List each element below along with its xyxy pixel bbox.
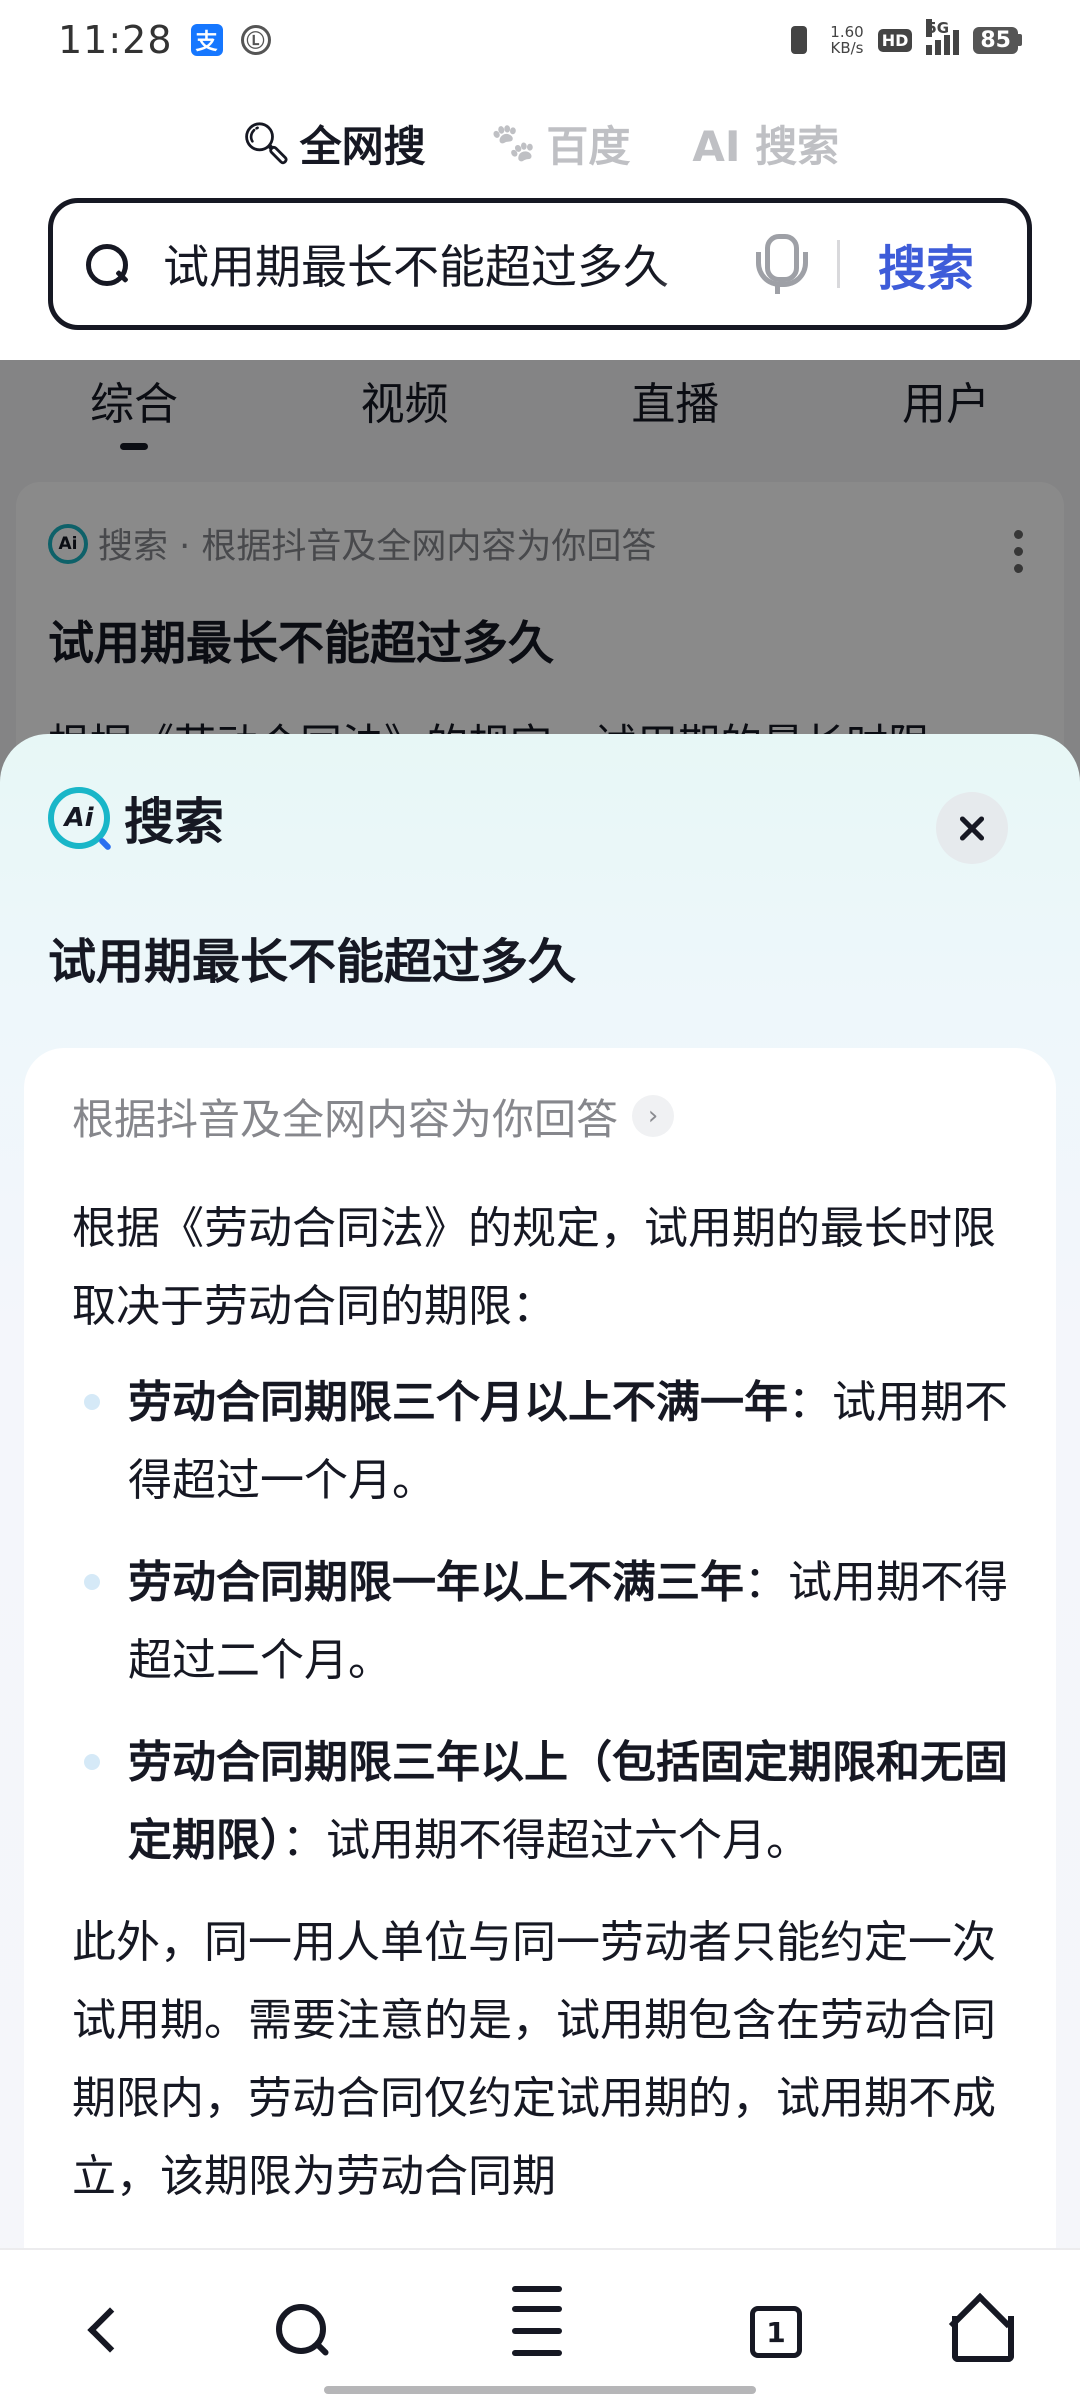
bottom-navigation: 1 — [0, 2248, 1080, 2400]
battery-icon: 85 — [973, 26, 1022, 54]
bullet-detail: ：试用期不得超过六个月。 — [282, 1815, 810, 1866]
tab-baidu[interactable]: 🐾︎ 百度 — [488, 113, 631, 174]
search-box[interactable]: 试用期最长不能超过多久 搜索 — [48, 198, 1032, 330]
bullet-term: 劳动合同期限三个月以上不满一年 — [128, 1377, 788, 1428]
status-bar: 11:28 支 Ⓛ 1.60 KB/s HD 5G 85 — [0, 0, 1080, 80]
sheet-query-title: 试用期最长不能超过多久 — [48, 934, 577, 990]
bullet-term: 劳动合同期限一年以上不满三年 — [128, 1557, 744, 1608]
hd-badge: HD — [877, 28, 913, 52]
sheet-header: Ai 搜索 — [48, 782, 224, 854]
home-indicator[interactable] — [324, 2386, 756, 2394]
microphone-icon[interactable] — [753, 232, 808, 296]
answer-source-text: 根据抖音及全网内容为你回答 — [72, 1094, 619, 1144]
ai-search-logo-text: 搜索 — [124, 793, 224, 851]
status-time: 11:28 — [58, 18, 173, 62]
tab-switcher-button[interactable]: 1 — [750, 2306, 802, 2358]
battery-level: 85 — [973, 26, 1018, 54]
search-icon[interactable] — [268, 2298, 338, 2368]
search-input[interactable]: 试用期最长不能超过多久 — [163, 231, 723, 297]
network-speed-value: 1.60 — [830, 23, 864, 41]
status-indicators: 1.60 KB/s HD 5G 85 — [782, 19, 1022, 57]
menu-icon[interactable] — [506, 2286, 576, 2368]
tab-label: 全网搜 — [299, 121, 426, 171]
tab-all-web-search[interactable]: 🔍︎ 全网搜 — [241, 113, 426, 174]
search-button[interactable]: 搜索 — [878, 229, 974, 299]
network-speed: 1.60 KB/s — [830, 24, 863, 56]
list-item: 劳动合同期限一年以上不满三年：试用期不得超过二个月。 — [72, 1544, 1008, 1700]
ai-search-sheet: Ai 搜索 试用期最长不能超过多久 根据抖音及全网内容为你回答 › 根据《劳动合… — [0, 734, 1080, 2248]
paw-icon: 🐾︎ — [487, 120, 539, 167]
bullet-icon — [84, 1754, 100, 1770]
list-item: 劳动合同期限三个月以上不满一年：试用期不得超过一个月。 — [72, 1364, 1008, 1520]
search-icon: 🔍︎ — [240, 120, 292, 167]
search-icon — [83, 241, 129, 287]
list-item: 劳动合同期限三年以上（包括固定期限和无固定期限）：试用期不得超过六个月。 — [72, 1724, 1008, 1880]
tab-ai-search[interactable]: AI 搜索 — [692, 113, 839, 174]
answer-source-link[interactable]: 根据抖音及全网内容为你回答 › — [72, 1088, 1008, 1144]
network-speed-unit: KB/s — [830, 39, 864, 57]
close-button[interactable] — [936, 792, 1008, 864]
bullet-icon — [84, 1574, 100, 1590]
chevron-right-icon: › — [632, 1095, 675, 1137]
alipay-notification-icon: 支 — [190, 24, 223, 56]
divider — [837, 240, 840, 288]
back-icon[interactable] — [66, 2298, 136, 2368]
app-notification-icon: Ⓛ — [240, 25, 271, 55]
answer-card: 根据抖音及全网内容为你回答 › 根据《劳动合同法》的规定，试用期的最长时限取决于… — [24, 1048, 1056, 2248]
vibrate-icon — [782, 23, 816, 57]
home-icon[interactable] — [946, 2298, 1016, 2368]
answer-extra-paragraph: 此外，同一用人单位与同一劳动者只能约定一次试用期。需要注意的是，试用期包含在劳动… — [72, 1917, 996, 2202]
answer-intro: 根据《劳动合同法》的规定，试用期的最长时限取决于劳动合同的期限： — [72, 1203, 996, 1332]
ai-search-logo-icon: Ai — [48, 787, 110, 849]
notification-dot — [512, 2286, 562, 2292]
bullet-icon — [84, 1394, 100, 1410]
answer-bullet-list: 劳动合同期限三个月以上不满一年：试用期不得超过一个月。 劳动合同期限一年以上不满… — [72, 1364, 1008, 1880]
tab-label: AI 搜索 — [692, 121, 840, 171]
tab-label: 百度 — [546, 121, 631, 171]
search-source-tabs: 🔍︎ 全网搜 🐾︎ 百度 AI 搜索 — [0, 108, 1080, 178]
network-type-label: 5G — [926, 19, 950, 37]
signal-icon: 5G — [926, 19, 960, 55]
